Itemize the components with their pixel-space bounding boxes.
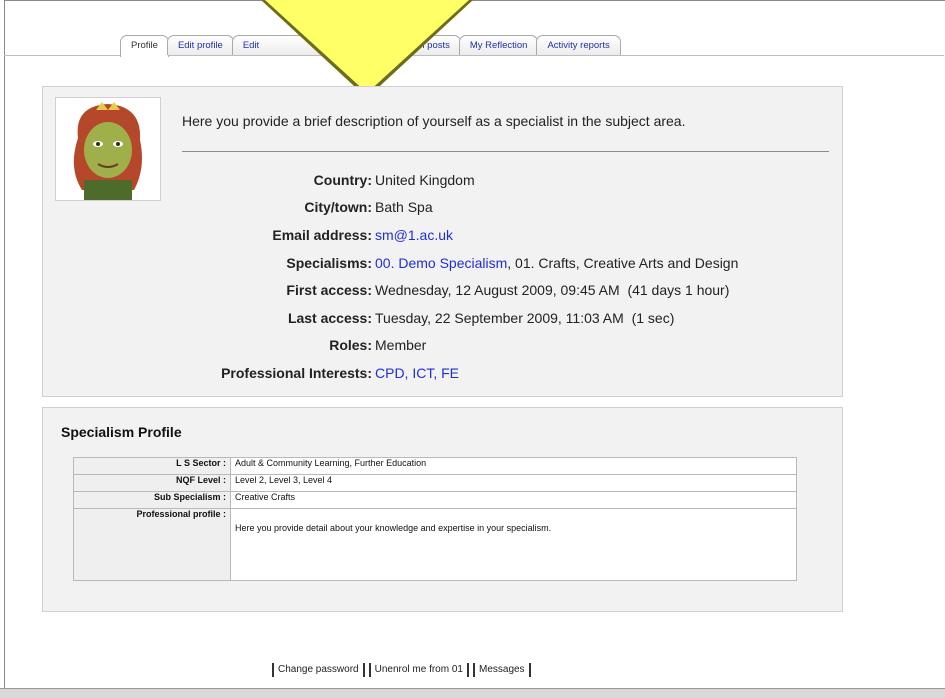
table-value: Creative Crafts: [230, 491, 797, 509]
field-label: First access:: [286, 282, 372, 298]
field-email: Email address: sm@1.ac.uk: [0, 225, 945, 245]
table-key: Sub Specialism :: [73, 491, 231, 509]
field-first-access: First access: Wednesday, 12 August 2009,…: [0, 280, 945, 300]
field-roles: Roles: Member: [0, 335, 945, 355]
field-label: City/town:: [304, 199, 372, 215]
field-value: 00. Demo Specialism, 01. Crafts, Creativ…: [375, 253, 738, 273]
table-value: Level 2, Level 3, Level 4: [230, 474, 797, 492]
field-label: Professional Interests:: [221, 365, 372, 381]
table-value: Here you provide detail about your knowl…: [230, 508, 797, 581]
specialism-link[interactable]: 00. Demo Specialism: [375, 255, 507, 271]
email-link[interactable]: sm@1.ac.uk: [375, 225, 453, 245]
table-key: L S Sector :: [73, 457, 231, 475]
field-label: Specialisms:: [286, 255, 372, 271]
table-key: Professional profile :: [73, 508, 231, 581]
table-row: Sub Specialism : Creative Crafts: [73, 491, 797, 509]
table-row: NQF Level : Level 2, Level 3, Level 4: [73, 474, 797, 492]
field-label: Roles:: [329, 337, 372, 353]
field-label: Last access:: [287, 310, 372, 326]
field-value: Tuesday, 22 September 2009, 11:03 AM (1 …: [375, 310, 675, 326]
messages-button[interactable]: Messages: [472, 663, 531, 677]
interests-link[interactable]: CPD, ICT, FE: [375, 363, 459, 383]
unenrol-button[interactable]: Unenrol me from 01: [368, 663, 469, 677]
profile-description: Here you provide a brief description of …: [182, 113, 686, 129]
table-key: NQF Level :: [73, 474, 231, 492]
specialism-profile-title: Specialism Profile: [61, 424, 182, 440]
field-label: Email address:: [272, 227, 372, 243]
field-value: Bath Spa: [375, 199, 433, 215]
divider: [182, 151, 829, 152]
table-value: Adult & Community Learning, Further Educ…: [230, 457, 797, 475]
specialism-table: L S Sector : Adult & Community Learning,…: [73, 457, 797, 581]
field-value: Member: [375, 337, 427, 353]
field-professional-interests: Professional Interests: CPD, ICT, FE: [0, 363, 945, 383]
field-specialisms: Specialisms: 00. Demo Specialism, 01. Cr…: [0, 253, 945, 273]
change-password-button[interactable]: Change password: [272, 663, 365, 677]
tab-activity-reports[interactable]: Activity reports: [536, 35, 621, 55]
down-arrow-callout: [265, 0, 469, 93]
field-last-access: Last access: Tuesday, 22 September 2009,…: [0, 308, 945, 328]
field-value: United Kingdom: [375, 172, 475, 188]
field-country: Country: United Kingdom: [0, 170, 945, 190]
table-row: L S Sector : Adult & Community Learning,…: [73, 457, 797, 475]
bottom-buttons: Change password Unenrol me from 01 Messa…: [272, 663, 531, 677]
table-row: Professional profile : Here you provide …: [73, 508, 797, 581]
tab-profile[interactable]: Profile: [120, 35, 169, 57]
field-city: City/town: Bath Spa: [0, 197, 945, 217]
field-label: Country:: [313, 172, 372, 188]
specialism-rest: , 01. Crafts, Creative Arts and Design: [507, 255, 739, 271]
tab-edit-profile[interactable]: Edit profile: [166, 35, 234, 55]
field-value: Wednesday, 12 August 2009, 09:45 AM (41 …: [375, 282, 730, 298]
